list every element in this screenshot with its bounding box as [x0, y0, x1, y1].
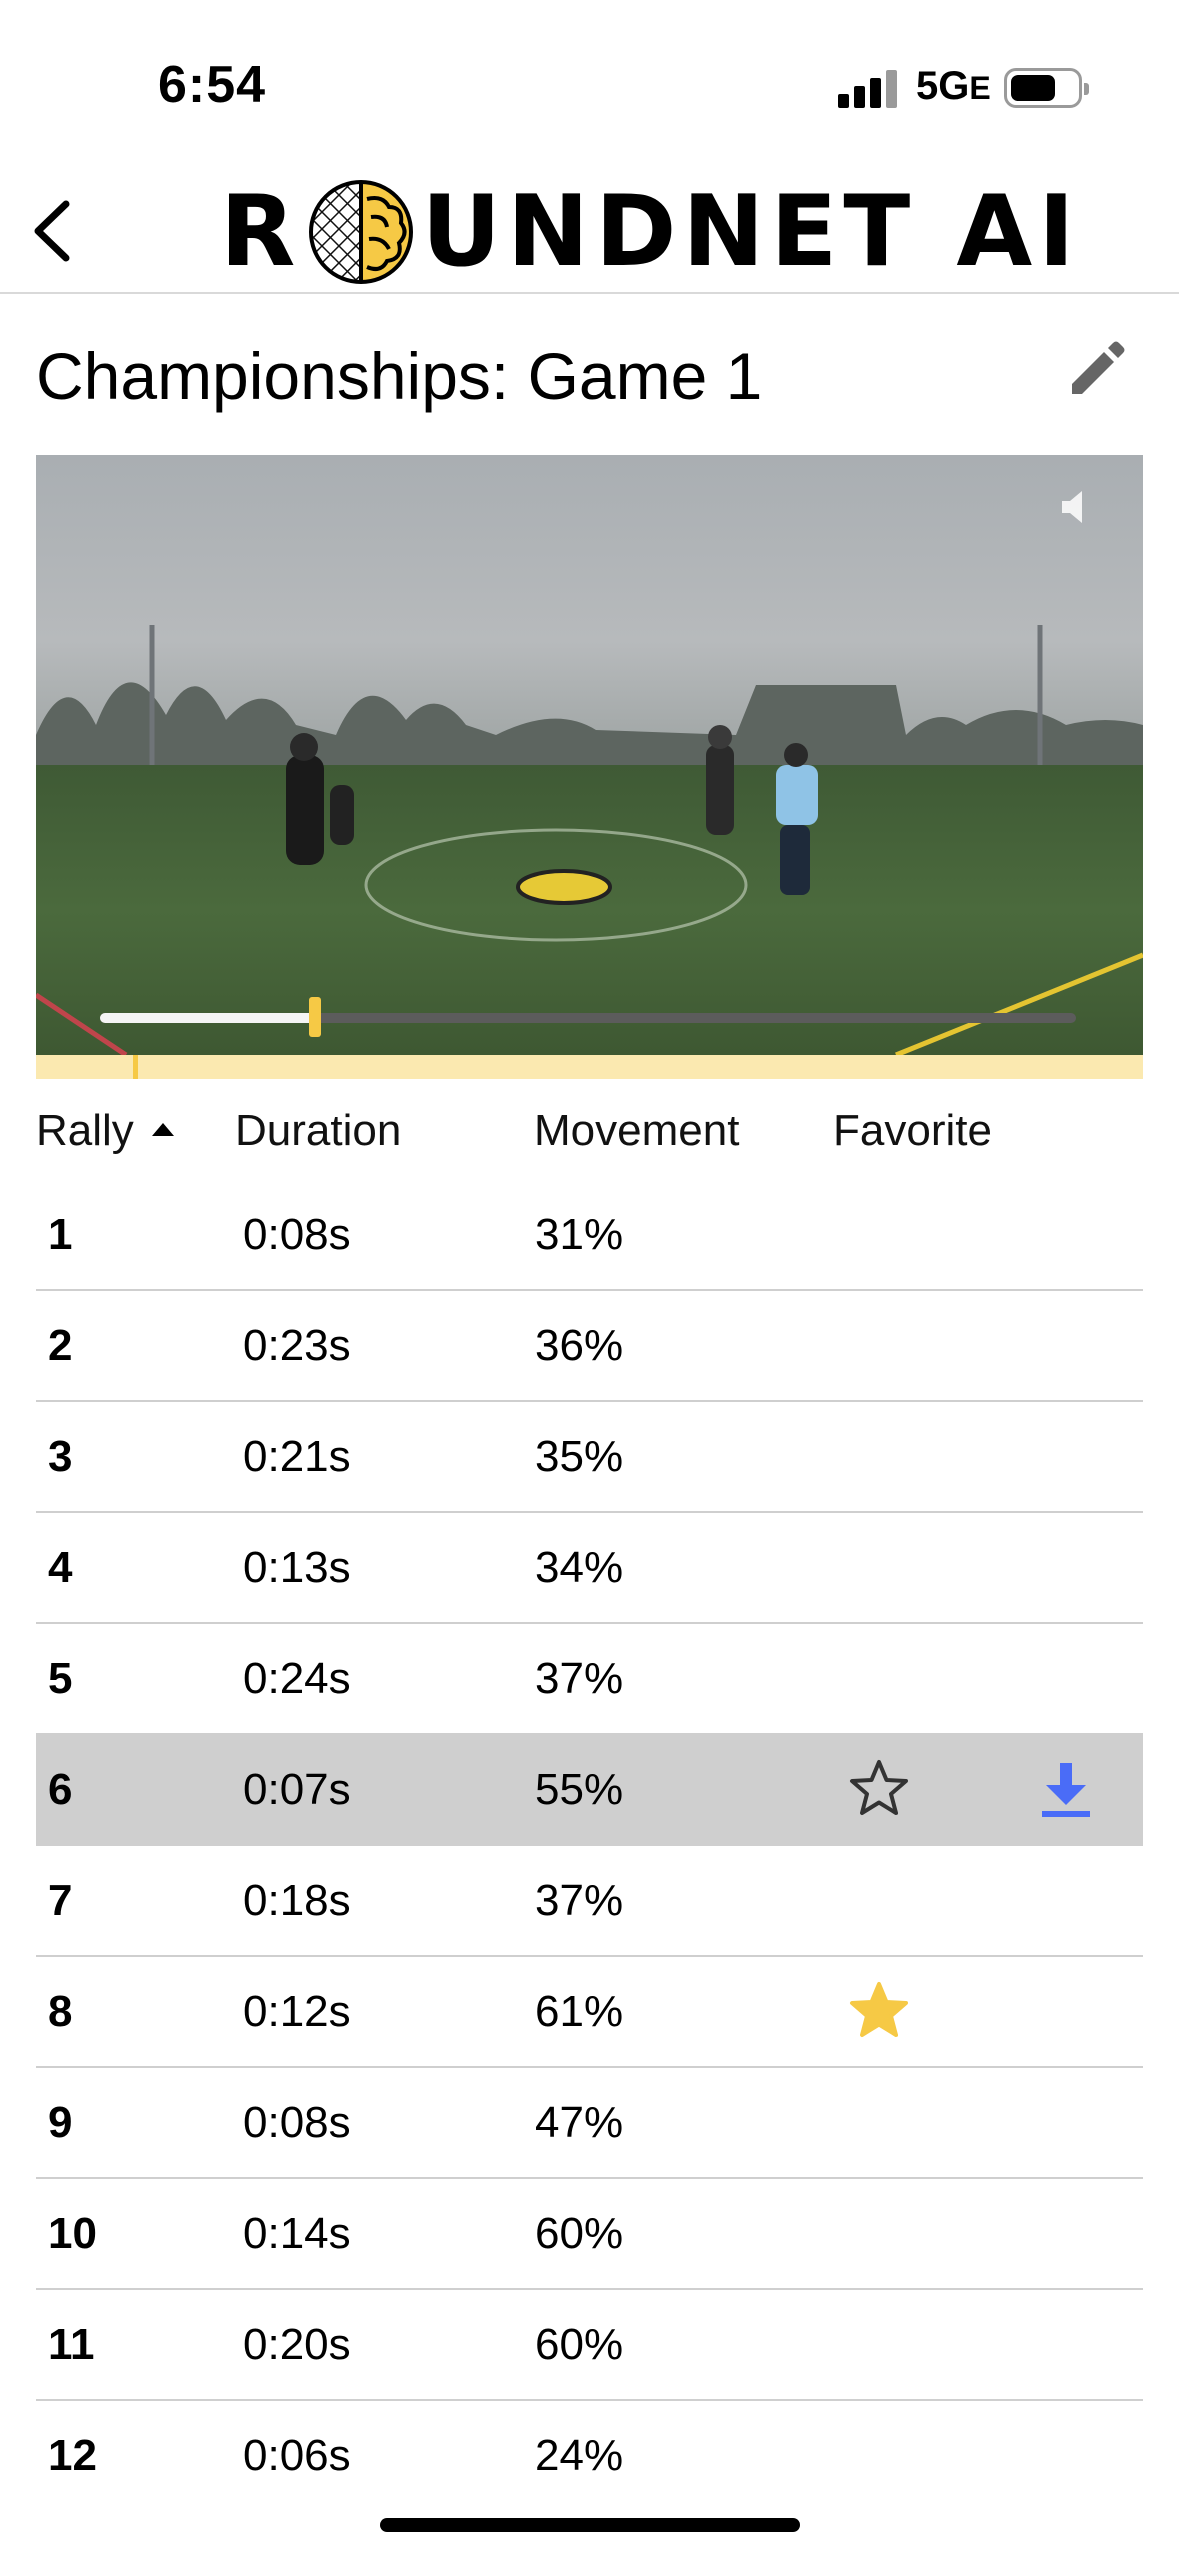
video-progress-thumb[interactable]: [309, 997, 321, 1037]
rally-number: 7: [48, 1876, 73, 1925]
favorite-star-outline-icon[interactable]: [848, 1757, 910, 1819]
rally-table-header: Rally Duration Movement Favorite: [36, 1100, 1143, 1166]
logo-text-right: UNDNET AI: [421, 175, 1081, 289]
rally-movement: 34%: [535, 1543, 624, 1592]
logo-text-left: R: [220, 175, 302, 289]
column-header-rally-label: Rally: [36, 1106, 134, 1155]
rally-movement: 55%: [535, 1765, 624, 1814]
rally-number: 6: [48, 1765, 73, 1814]
rally-movement: 37%: [535, 1654, 624, 1703]
network-type: 5G: [916, 64, 970, 108]
rally-duration: 0:23s: [243, 1321, 351, 1370]
edit-pencil-icon[interactable]: [1066, 340, 1126, 400]
rally-timeline[interactable]: [36, 1055, 1143, 1079]
cellular-signal-icon: [838, 70, 900, 108]
rally-movement: 31%: [535, 1210, 624, 1259]
rally-number: 5: [48, 1654, 73, 1703]
rally-row[interactable]: 9 0:08s 47%: [36, 2068, 1143, 2179]
rally-duration: 0:13s: [243, 1543, 351, 1592]
rally-row[interactable]: 2 0:23s 36%: [36, 1291, 1143, 1402]
rally-timeline-marker: [133, 1055, 138, 1079]
battery-icon: [1004, 68, 1089, 108]
mute-speaker-icon[interactable]: [1056, 485, 1100, 529]
rally-row[interactable]: 8 0:12s 61%: [36, 1957, 1143, 2068]
rally-row[interactable]: 3 0:21s 35%: [36, 1402, 1143, 1513]
rally-number: 11: [48, 2320, 95, 2369]
rally-duration: 0:12s: [243, 1987, 351, 2036]
status-bar: 6:54 5GE: [0, 0, 1179, 170]
rally-duration: 0:21s: [243, 1432, 351, 1481]
rally-number: 1: [48, 1210, 73, 1259]
app-logo: R UNDNET AI: [220, 172, 1081, 292]
column-header-rally[interactable]: Rally: [36, 1106, 174, 1156]
rally-row[interactable]: 11 0:20s 60%: [36, 2290, 1143, 2401]
sort-ascending-icon: [151, 1122, 174, 1136]
rally-number: 8: [48, 1987, 73, 2036]
back-chevron-icon[interactable]: [26, 196, 86, 266]
rally-movement: 35%: [535, 1432, 624, 1481]
rally-number: 4: [48, 1543, 73, 1592]
rally-movement: 37%: [535, 1876, 624, 1925]
rally-duration: 0:06s: [243, 2431, 351, 2480]
rally-row[interactable]: 10 0:14s 60%: [36, 2179, 1143, 2290]
rally-row[interactable]: 12 0:06s 24%: [36, 2401, 1143, 2512]
video-players: [36, 725, 1143, 1055]
rally-movement: 60%: [535, 2320, 624, 2369]
rally-duration: 0:14s: [243, 2209, 351, 2258]
home-indicator: [380, 2518, 800, 2532]
video-player[interactable]: [36, 455, 1143, 1055]
favorite-star-filled-icon[interactable]: [848, 1979, 910, 2041]
app-header: R UNDNET AI: [0, 170, 1179, 294]
rally-number: 9: [48, 2098, 73, 2147]
rally-duration: 0:08s: [243, 1210, 351, 1259]
network-suffix: E: [969, 70, 991, 106]
status-time: 6:54: [158, 56, 267, 114]
rally-row[interactable]: 5 0:24s 37%: [36, 1624, 1143, 1735]
rally-row[interactable]: 7 0:18s 37%: [36, 1846, 1143, 1957]
rally-number: 2: [48, 1321, 73, 1370]
network-indicator: 5GE: [916, 64, 991, 109]
rally-duration: 0:24s: [243, 1654, 351, 1703]
video-progress-played: [100, 1013, 315, 1023]
rally-movement: 36%: [535, 1321, 624, 1370]
rally-duration: 0:20s: [243, 2320, 351, 2369]
rally-duration: 0:18s: [243, 1876, 351, 1925]
rally-movement: 24%: [535, 2431, 624, 2480]
rally-movement: 47%: [535, 2098, 624, 2147]
column-header-favorite[interactable]: Favorite: [833, 1106, 992, 1156]
column-header-duration[interactable]: Duration: [235, 1106, 401, 1156]
rally-duration: 0:07s: [243, 1765, 351, 1814]
column-header-movement[interactable]: Movement: [534, 1106, 739, 1156]
rally-number: 12: [48, 2431, 97, 2480]
rally-duration: 0:08s: [243, 2098, 351, 2147]
rally-table-body: 1 0:08s 31% 2 0:23s 36% 3 0:21s 35% 4 0:13s 34% 5 0:2…: [36, 1180, 1143, 2512]
brain-net-logo-icon: [309, 180, 414, 284]
rally-number: 3: [48, 1432, 73, 1481]
rally-row[interactable]: 6 0:07s 55%: [36, 1735, 1143, 1846]
rally-movement: 61%: [535, 1987, 624, 2036]
rally-row[interactable]: 4 0:13s 34%: [36, 1513, 1143, 1624]
rally-number: 10: [48, 2209, 97, 2258]
rally-movement: 60%: [535, 2209, 624, 2258]
page-title: Championships: Game 1: [36, 339, 763, 413]
rally-row[interactable]: 1 0:08s 31%: [36, 1180, 1143, 1291]
download-icon[interactable]: [1038, 1759, 1094, 1819]
